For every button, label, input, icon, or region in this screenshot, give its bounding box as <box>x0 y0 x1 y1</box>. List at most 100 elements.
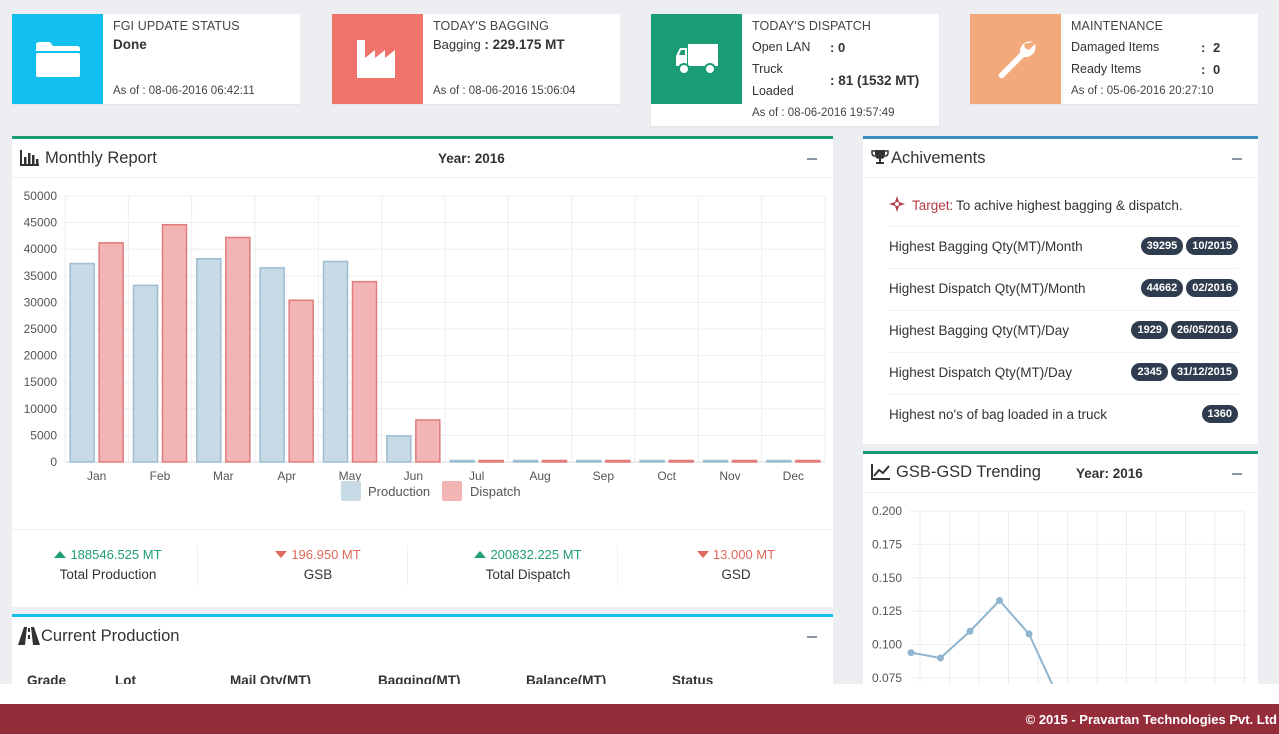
achievement-date-badge: 10/2015 <box>1186 237 1238 255</box>
achievement-label: Highest no's of bag loaded in a truck <box>889 407 1107 422</box>
x-tick-label: Nov <box>719 469 740 483</box>
production-bar <box>449 459 475 463</box>
tile-todays-bagging[interactable]: TODAY'S BAGGING Bagging : 229.175 MT As … <box>332 14 620 104</box>
tile-dispatch-openlan-value: : 0 <box>830 40 846 55</box>
y-tick-label: 40000 <box>24 242 58 256</box>
stat-total-dispatch-label: Total Dispatch <box>485 567 571 582</box>
legend-label-production: Production <box>368 484 430 499</box>
monthly-report-chart: 0 5000 10000 15000 20000 25000 30000 35000 40000… <box>24 189 826 501</box>
stat-total-production-label: Total Production <box>59 567 157 582</box>
tile-maintenance-damaged-label: Damaged Items <box>1071 40 1160 54</box>
monthly-report-year: Year: 2016 <box>438 151 505 166</box>
legend-label-dispatch: Dispatch <box>470 484 521 499</box>
target-text: To achive highest bagging & dispatch. <box>956 198 1183 213</box>
tile-maintenance-damaged-value: 2 <box>1213 40 1221 55</box>
tile-maintenance-asof: As of : 05-06-2016 20:27:10 <box>1071 85 1214 97</box>
line-chart-icon <box>871 464 890 480</box>
gsb-gsd-point <box>966 627 974 635</box>
tile-bagging-asof: As of : 08-06-2016 15:06:04 <box>433 85 576 97</box>
y-tick-label: 50000 <box>24 189 58 203</box>
stat-separator <box>407 545 408 585</box>
collapse-monthly-report-button[interactable] <box>807 158 817 160</box>
y-tick-label: 0 <box>50 455 57 469</box>
tile-dispatch-openlan-label: Open LAN <box>752 40 811 54</box>
tile-maintenance-damaged-colon: : <box>1201 40 1206 55</box>
dispatch-bar <box>795 459 821 463</box>
arrow-down-icon <box>275 551 288 558</box>
dispatch-bar <box>605 459 631 463</box>
dispatch-bar <box>668 459 694 463</box>
collapse-achievements-button[interactable] <box>1232 158 1242 160</box>
stat-total-production: 188546.525 MT Total Production <box>18 547 198 582</box>
gsb-gsd-year: Year: 2016 <box>1076 466 1143 481</box>
y-tick-label: 30000 <box>24 295 58 309</box>
dispatch-bar <box>98 242 124 463</box>
y-tick-label: 0.075 <box>872 671 902 685</box>
achievements-title: Achivements <box>891 149 986 167</box>
achievement-value-badge: 39295 <box>1140 237 1184 255</box>
tile-fgi-icon-box <box>12 14 103 104</box>
production-bar <box>702 459 729 463</box>
production-bar <box>322 260 349 463</box>
x-tick-label: Oct <box>657 469 676 483</box>
dispatch-bar <box>478 459 504 463</box>
production-bar <box>386 435 412 463</box>
gsb-gsd-point <box>1025 630 1033 638</box>
tile-dispatch-truck-label: Truck <box>752 62 783 76</box>
tile-maintenance[interactable]: MAINTENANCE Damaged Items : 2 Ready Item… <box>970 14 1258 104</box>
achievement-row: Highest Bagging Qty(MT)/Day 1929 26/05/20… <box>889 310 1238 353</box>
x-tick-label: Jun <box>404 469 423 483</box>
dispatch-bar <box>415 419 441 463</box>
achievement-date-badge: 26/05/2016 <box>1170 321 1238 339</box>
tile-maintenance-icon-box <box>970 14 1061 104</box>
production-bar <box>69 262 95 463</box>
x-tick-label: Jul <box>469 469 484 483</box>
x-tick-label: Jan <box>87 469 106 483</box>
tile-todays-dispatch[interactable]: TODAY'S DISPATCH Open LAN : 0 Truck Load… <box>651 14 939 126</box>
production-bar <box>512 459 539 463</box>
y-tick-label: 15000 <box>24 375 58 389</box>
stat-gsb: 196.950 MT GSB <box>228 547 408 582</box>
bottom-band <box>0 684 1279 704</box>
achievement-value-badge: 1360 <box>1201 405 1238 423</box>
achievements-panel: Achivements Target: To achive highest ba… <box>863 136 1258 444</box>
production-bar <box>576 459 602 463</box>
dispatch-bar <box>541 459 568 463</box>
tile-bagging-title: TODAY'S BAGGING <box>433 19 549 33</box>
tile-dispatch-loaded-label: Loaded <box>752 84 794 98</box>
tile-fgi-title: FGI UPDATE STATUS <box>113 19 240 33</box>
y-tick-label: 25000 <box>24 322 58 336</box>
achievement-value-badge: 1929 <box>1131 321 1168 339</box>
stat-gsb-value: 196.950 MT <box>291 547 361 562</box>
arrow-up-icon <box>54 551 67 558</box>
y-tick-label: 0.200 <box>872 504 902 518</box>
collapse-current-production-button[interactable] <box>807 636 817 638</box>
monthly-report-panel: Monthly Report Year: 2016 0 5000 10000 1500… <box>12 136 833 607</box>
tile-maintenance-title: MAINTENANCE <box>1071 19 1164 33</box>
achievement-row: Highest Dispatch Qty(MT)/Day 2345 31/12/2… <box>889 352 1238 395</box>
achievement-row: Highest no's of bag loaded in a truck 13… <box>889 394 1238 436</box>
production-bar <box>766 459 792 463</box>
folder-icon <box>35 42 80 77</box>
stat-gsb-label: GSB <box>303 567 333 582</box>
gsb-gsd-title: GSB-GSD Trending <box>896 463 1041 481</box>
tile-maintenance-ready-colon: : <box>1201 62 1206 77</box>
gsb-gsd-header: GSB-GSD Trending Year: 2016 <box>863 454 1258 493</box>
tile-fgi-status[interactable]: FGI UPDATE STATUS Done As of : 08-06-201… <box>12 14 300 104</box>
production-bar <box>639 459 665 463</box>
achievement-label: Highest Dispatch Qty(MT)/Month <box>889 281 1086 296</box>
production-bar <box>132 284 159 463</box>
truck-icon <box>675 44 718 75</box>
y-tick-label: 0.125 <box>872 604 902 618</box>
dispatch-bar <box>161 223 188 463</box>
tile-bagging-value: : 229.175 MT <box>484 37 565 52</box>
collapse-gsb-gsd-button[interactable] <box>1232 473 1242 475</box>
dispatch-bar <box>288 299 314 463</box>
y-tick-label: 45000 <box>24 216 58 230</box>
current-production-title: Current Production <box>41 627 180 645</box>
tile-bagging-icon-box <box>332 14 423 104</box>
dispatch-bar <box>225 236 251 463</box>
stats-divider <box>12 529 833 530</box>
bar-chart-icon <box>20 150 39 166</box>
achievements-header: Achivements <box>863 139 1258 178</box>
